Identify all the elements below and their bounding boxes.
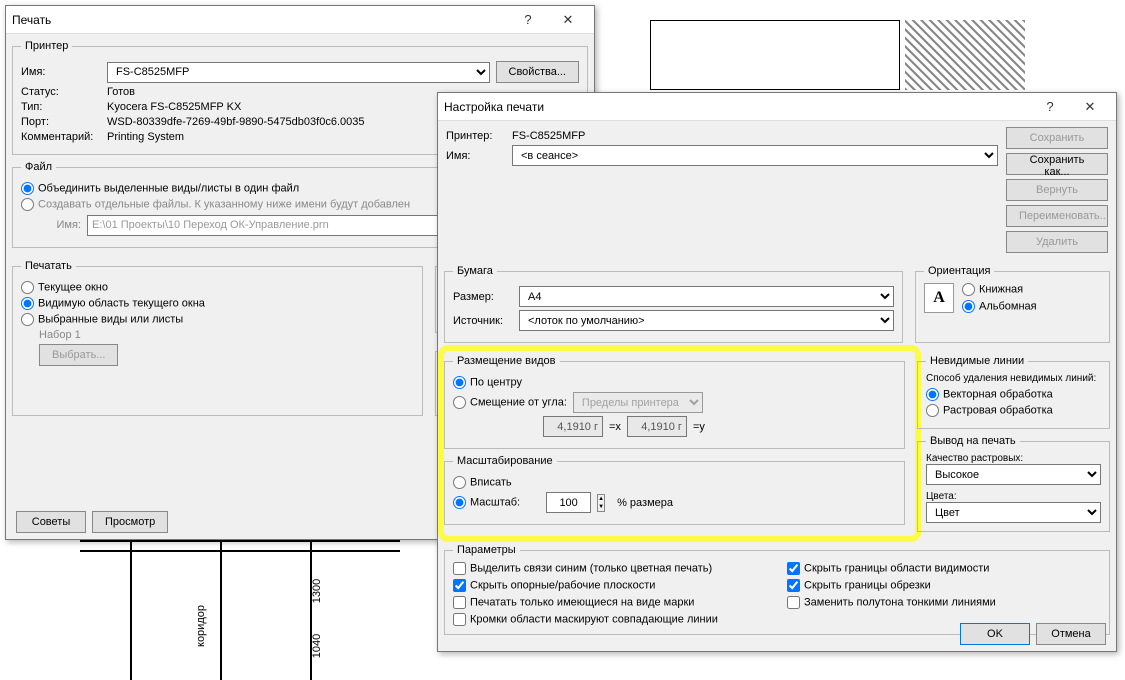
setup-title: Настройка печати (444, 100, 1030, 114)
offset-y-input (627, 416, 687, 437)
legend-output: Вывод на печать (926, 435, 1020, 447)
label-colors: Цвета: (926, 491, 1101, 502)
colors-select[interactable]: Цвет (926, 502, 1101, 523)
save-button: Сохранить (1006, 127, 1108, 149)
print-title: Печать (12, 13, 508, 27)
group-scale: Масштабирование Вписать Масштаб: ▲▼ % ра… (444, 455, 905, 525)
radio-visible-area[interactable]: Видимую область текущего окна (21, 297, 205, 310)
printer-name-select[interactable]: FS-C8525MFP (107, 62, 490, 83)
spin-up-icon[interactable]: ▲ (598, 495, 604, 503)
setup-titlebar: Настройка печати ? ✕ (438, 93, 1116, 121)
checkbox-hide-refplanes[interactable]: Скрыть опорные/рабочие плоскости (453, 579, 767, 592)
radio-separate[interactable]: Создавать отдельные файлы. К указанному … (21, 198, 410, 211)
checkbox-halftone[interactable]: Заменить полутона тонкими линиями (787, 596, 1101, 609)
save-as-button[interactable]: Сохранить как... (1006, 153, 1108, 175)
paper-source-select[interactable]: <лоток по умолчанию> (519, 310, 894, 331)
group-placement: Размещение видов По центру Смещение от у… (444, 355, 905, 449)
label-filename: Имя: (21, 219, 81, 231)
label-name: Имя: (21, 66, 101, 78)
radio-offset[interactable]: Смещение от угла: (453, 396, 567, 409)
preview-button[interactable]: Просмотр (92, 511, 168, 533)
setup-name-select[interactable]: <в сеансе> (512, 145, 998, 166)
checkbox-hide-crop[interactable]: Скрыть границы обрезки (787, 579, 1101, 592)
group-range: Печатать Текущее окно Видимую область те… (12, 260, 423, 416)
label-corridor: коридор (195, 605, 207, 647)
scale-input[interactable] (546, 492, 591, 513)
label-eq-x: =x (609, 421, 621, 433)
status-value: Готов (107, 86, 135, 98)
legend-orient: Ориентация (924, 265, 994, 277)
hidden-label: Способ удаления невидимых линий: (926, 373, 1101, 384)
dim-1300: 1300 (311, 579, 323, 603)
radio-landscape[interactable]: Альбомная (962, 300, 1037, 313)
offset-x-input (543, 416, 603, 437)
group-output: Вывод на печать Качество растровых: Высо… (917, 435, 1110, 532)
group-orient: Ориентация A Книжная Альбомная (915, 265, 1110, 343)
label-eq-y: =y (693, 421, 705, 433)
paper-size-select[interactable]: A4 (519, 286, 894, 307)
group-options: Параметры Выделить связи синим (только ц… (444, 544, 1110, 635)
label-status: Статус: (21, 86, 101, 98)
checkbox-hide-scope[interactable]: Скрыть границы области видимости (787, 562, 1101, 575)
group-hidden: Невидимые линии Способ удаления невидимы… (917, 355, 1110, 429)
label-setup-name: Имя: (446, 150, 506, 162)
legend-printer: Принтер (21, 40, 72, 52)
revert-button: Вернуть (1006, 179, 1108, 201)
dim-1040: 1040 (311, 634, 323, 658)
radio-center[interactable]: По центру (453, 376, 522, 389)
delete-button: Удалить (1006, 231, 1108, 253)
radio-merge[interactable]: Объединить выделенные виды/листы в один … (21, 182, 299, 195)
label-comment: Комментарий: (21, 131, 101, 143)
select-set-button: Выбрать... (39, 344, 118, 366)
radio-fit[interactable]: Вписать (453, 476, 512, 489)
label-size: Размер: (453, 291, 513, 303)
properties-button[interactable]: Свойства... (496, 61, 579, 83)
setup-printer-value: FS-C8525MFP (512, 130, 585, 142)
legend-hidden: Невидимые линии (926, 355, 1028, 367)
rename-button: Переименовать... (1006, 205, 1108, 227)
orientation-icon: A (924, 283, 954, 313)
label-port: Порт: (21, 116, 101, 128)
close-icon[interactable]: ✕ (1070, 93, 1110, 121)
label-source: Источник: (453, 315, 513, 327)
label-quality: Качество растровых: (926, 453, 1101, 464)
legend-range: Печатать (21, 260, 76, 272)
setup-ok-button[interactable]: OK (960, 623, 1030, 645)
quality-select[interactable]: Высокое (926, 464, 1101, 485)
legend-paper: Бумага (453, 265, 497, 277)
help-icon[interactable]: ? (508, 6, 548, 34)
radio-current-window[interactable]: Текущее окно (21, 281, 108, 294)
radio-raster[interactable]: Растровая обработка (926, 404, 1053, 417)
group-paper: Бумага Размер: A4 Источник: <лоток по ум… (444, 265, 903, 343)
port-value: WSD-80339dfe-7269-49bf-9890-5475db03f0c6… (107, 116, 364, 128)
spin-down-icon[interactable]: ▼ (598, 503, 604, 511)
comment-value: Printing System (107, 131, 184, 143)
radio-vector[interactable]: Векторная обработка (926, 388, 1053, 401)
print-titlebar: Печать ? ✕ (6, 6, 594, 34)
tips-button[interactable]: Советы (16, 511, 86, 533)
legend-scale: Масштабирование (453, 455, 557, 467)
label-setup-printer: Принтер: (446, 130, 506, 142)
radio-scale[interactable]: Масштаб: (453, 496, 520, 509)
label-type: Тип: (21, 101, 101, 113)
setup-cancel-button[interactable]: Отмена (1036, 623, 1106, 645)
type-value: Kyocera FS-C8525MFP KX (107, 101, 241, 113)
checkbox-blue-links[interactable]: Выделить связи синим (только цветная печ… (453, 562, 767, 575)
radio-selected-views[interactable]: Выбранные виды или листы (21, 313, 183, 326)
help-icon[interactable]: ? (1030, 93, 1070, 121)
close-icon[interactable]: ✕ (548, 6, 588, 34)
legend-options: Параметры (453, 544, 520, 556)
checkbox-only-tags[interactable]: Печатать только имеющиеся на виде марки (453, 596, 767, 609)
legend-file: Файл (21, 161, 56, 173)
offset-limits-select: Пределы принтера (573, 392, 703, 413)
legend-placement: Размещение видов (453, 355, 560, 367)
print-setup-dialog: Настройка печати ? ✕ Принтер: FS-C8525MF… (437, 92, 1117, 652)
set-label: Набор 1 (39, 329, 81, 341)
label-pct: % размера (617, 497, 673, 509)
radio-portrait[interactable]: Книжная (962, 283, 1037, 296)
